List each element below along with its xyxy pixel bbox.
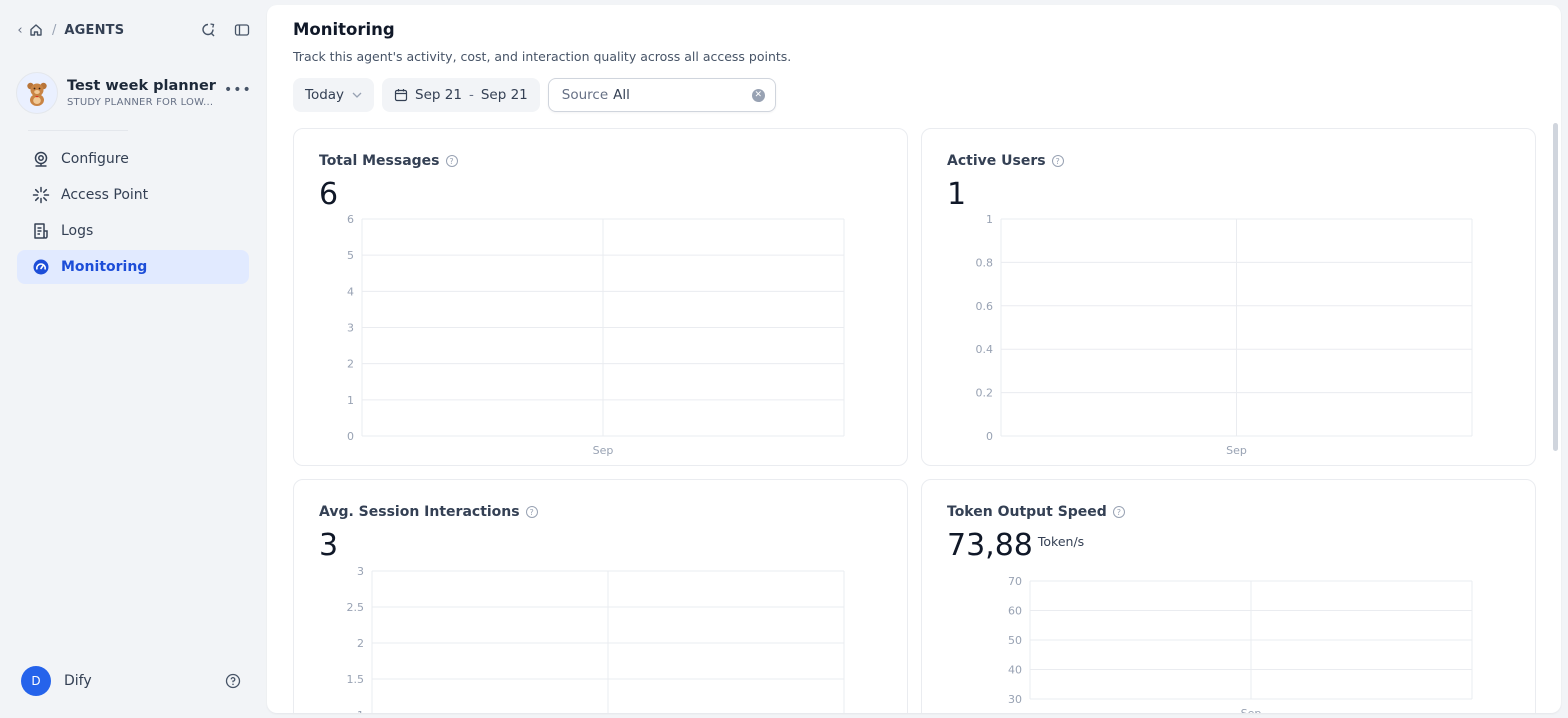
webcam-icon <box>31 149 51 169</box>
y-tick-label: 2 <box>357 637 364 650</box>
period-value: Today <box>305 87 345 103</box>
more-options-icon[interactable]: ••• <box>224 82 251 102</box>
period-select[interactable]: Today <box>293 78 375 112</box>
chevron-down-icon <box>352 90 362 101</box>
sidebar-item-label: Monitoring <box>61 259 148 275</box>
y-tick-label: 1.5 <box>347 673 365 686</box>
card-active-users: Active Users ? 1 1 0.8 0.6 0.4 0.2 0 Sep <box>921 128 1536 466</box>
breadcrumb-separator: / <box>52 22 57 38</box>
help-icon[interactable] <box>225 673 241 689</box>
y-tick-label: 30 <box>1008 693 1022 706</box>
card-token-output-speed: Token Output Speed ? 73,88 Token/s 70 60 5… <box>921 479 1536 713</box>
agent-name: Test week planner <box>67 78 216 94</box>
teddy-bear-icon <box>27 82 47 106</box>
y-tick-label: 1 <box>357 709 364 713</box>
dashboard-icon <box>31 257 51 277</box>
sidebar-item-access-point[interactable]: Access Point <box>17 178 249 212</box>
main-panel: Monitoring Track this agent's activity, … <box>267 5 1561 713</box>
y-tick-label: 60 <box>1008 605 1022 618</box>
y-tick-label: 4 <box>347 285 354 298</box>
x-tick-label: Sep <box>593 444 614 457</box>
y-tick-label: 5 <box>347 249 354 262</box>
source-value: All <box>613 87 630 103</box>
page-description: Track this agent's activity, cost, and i… <box>293 49 792 64</box>
sparkle-icon <box>31 185 51 205</box>
card-avg-session-interactions: Avg. Session Interactions ? 3 3 2.5 2 1.5 1 <box>293 479 908 713</box>
sidebar-item-monitoring[interactable]: Monitoring <box>17 250 249 284</box>
sidebar: ‹ / AGENTS Test week planner STUDY PLANN… <box>0 0 262 718</box>
y-tick-label: 2.5 <box>347 601 365 614</box>
sidebar-nav: Configure Access Point Logs Monitoring <box>17 142 249 286</box>
date-to: Sep 21 <box>480 87 528 103</box>
sidebar-toggle-icon[interactable] <box>234 20 250 40</box>
x-tick-label: Sep <box>1226 444 1247 457</box>
token-output-speed-chart: 70 60 50 40 30 Sep <box>1008 575 1473 713</box>
y-tick-label: 40 <box>1008 664 1022 677</box>
y-tick-label: 50 <box>1008 634 1022 647</box>
file-list-icon <box>31 221 51 241</box>
y-tick-label: 70 <box>1008 575 1022 588</box>
calendar-icon <box>394 88 408 102</box>
y-tick-label: 0.2 <box>976 387 994 400</box>
y-tick-label: 0.8 <box>976 256 994 269</box>
y-tick-label: 0 <box>986 430 993 443</box>
chevron-left-icon[interactable]: ‹ <box>14 20 26 40</box>
user-account[interactable]: D Dify <box>21 666 243 696</box>
filter-bar: Today Sep 21 - Sep 21 Source All ✕ <box>293 78 776 112</box>
card-total-messages: Total Messages ? 6 6 5 4 3 2 1 0 Sep <box>293 128 908 466</box>
y-tick-label: 0.6 <box>976 300 994 313</box>
scrollbar[interactable] <box>1553 123 1558 451</box>
total-messages-chart: 6 5 4 3 2 1 0 Sep <box>347 213 845 457</box>
sidebar-divider <box>28 130 128 131</box>
y-tick-label: 2 <box>347 358 354 371</box>
refresh-chat-icon[interactable] <box>200 20 216 40</box>
agent-header[interactable]: Test week planner STUDY PLANNER FOR LOW.… <box>16 70 252 116</box>
source-label: Source <box>561 87 609 103</box>
agent-subtitle: STUDY PLANNER FOR LOW... <box>67 97 214 108</box>
date-range-picker[interactable]: Sep 21 - Sep 21 <box>382 78 540 112</box>
y-tick-label: 3 <box>347 322 354 335</box>
sidebar-item-logs[interactable]: Logs <box>17 214 249 248</box>
x-tick-label: Sep <box>1241 707 1262 713</box>
sidebar-item-label: Access Point <box>61 187 149 203</box>
breadcrumb-agents[interactable]: AGENTS <box>64 23 124 38</box>
agent-avatar <box>16 72 58 114</box>
clear-icon[interactable]: ✕ <box>751 89 765 102</box>
y-tick-label: 1 <box>986 213 993 226</box>
source-select[interactable]: Source All ✕ <box>547 78 776 112</box>
y-tick-label: 3 <box>357 565 364 578</box>
y-tick-label: 0 <box>347 430 354 443</box>
y-tick-label: 6 <box>347 213 354 226</box>
y-tick-label: 0.4 <box>976 343 994 356</box>
sidebar-item-label: Logs <box>61 223 94 239</box>
page-title: Monitoring <box>293 20 395 39</box>
user-name: Dify <box>64 673 92 689</box>
y-tick-label: 1 <box>347 394 354 407</box>
date-separator: - <box>468 87 474 103</box>
avg-session-interactions-chart: 3 2.5 2 1.5 1 <box>347 565 845 713</box>
home-icon[interactable] <box>28 20 44 40</box>
sidebar-item-label: Configure <box>61 151 129 167</box>
active-users-chart: 1 0.8 0.6 0.4 0.2 0 Sep <box>976 213 1473 457</box>
sidebar-item-configure[interactable]: Configure <box>17 142 249 176</box>
date-from: Sep 21 <box>415 87 462 103</box>
breadcrumb: ‹ / AGENTS <box>14 20 250 40</box>
avatar[interactable]: D <box>21 666 51 696</box>
